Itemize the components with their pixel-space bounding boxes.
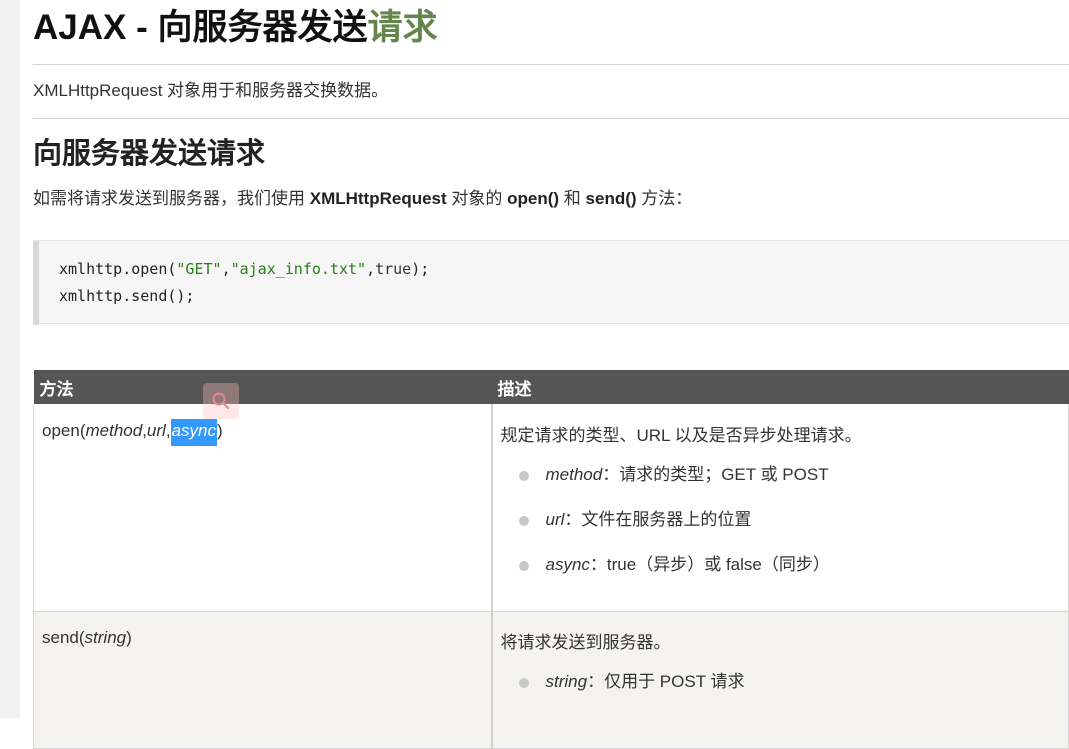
divider — [33, 118, 1069, 119]
method-cell: open(method,url,async) — [33, 404, 493, 612]
table-header-description: 描述 — [491, 370, 1069, 404]
method-cell: send(string) — [33, 611, 493, 749]
method-reference-table: 方法 描述 open(method,url,async) 规定请求的类型、URL… — [33, 370, 1069, 749]
table-row: send(string) 将请求发送到服务器。 string：仅用于 POST … — [33, 611, 1069, 749]
section-title: 向服务器发送请求 — [33, 138, 266, 170]
param-list: method：请求的类型；GET 或 POST url：文件在服务器上的位置 a… — [501, 464, 1061, 576]
list-item: string：仅用于 POST 请求 — [518, 671, 1061, 693]
divider — [33, 64, 1069, 65]
table-header-row: 方法 描述 — [33, 370, 1069, 404]
description-text: 规定请求的类型、URL 以及是否异步处理请求。 — [500, 426, 862, 445]
page-title-accent: 请求 — [367, 8, 438, 47]
param-list: string：仅用于 POST 请求 — [501, 671, 1061, 693]
left-gutter — [0, 0, 20, 718]
bullet-dot-icon — [518, 561, 529, 571]
description-text: 将请求发送到服务器。 — [500, 633, 671, 652]
list-item: async：true（异步）或 false（同步） — [518, 554, 1061, 576]
description-cell: 规定请求的类型、URL 以及是否异步处理请求。 method：请求的类型；GET… — [491, 404, 1069, 612]
selected-text[interactable]: async — [170, 419, 217, 446]
description-cell: 将请求发送到服务器。 string：仅用于 POST 请求 — [491, 611, 1069, 749]
intro-text: XMLHttpRequest 对象用于和服务器交换数据。 — [33, 81, 389, 100]
search-icon — [212, 392, 230, 410]
search-selection-button[interactable] — [203, 383, 239, 419]
code-example: xmlhttp.open("GET","ajax_info.txt",true)… — [33, 240, 1069, 325]
code-line-1: xmlhttp.open("GET","ajax_info.txt",true)… — [59, 260, 430, 278]
bullet-dot-icon — [518, 516, 529, 526]
bullet-dot-icon — [518, 678, 529, 688]
list-item: url：文件在服务器上的位置 — [518, 509, 1061, 531]
table-header-method: 方法 — [33, 370, 492, 404]
code-line-2: xmlhttp.send(); — [59, 287, 195, 305]
list-item: method：请求的类型；GET 或 POST — [518, 464, 1061, 486]
page-title: AJAX - 向服务器发送请求 — [33, 8, 438, 47]
section-description: 如需将请求发送到服务器，我们使用 XMLHttpRequest 对象的 open… — [33, 189, 693, 208]
code-left-bar — [33, 241, 39, 325]
bullet-dot-icon — [518, 471, 529, 481]
article-content: AJAX - 向服务器发送请求 XMLHttpRequest 对象用于和服务器交… — [33, 0, 1069, 749]
table-row: open(method,url,async) 规定请求的类型、URL 以及是否异… — [33, 404, 1069, 612]
